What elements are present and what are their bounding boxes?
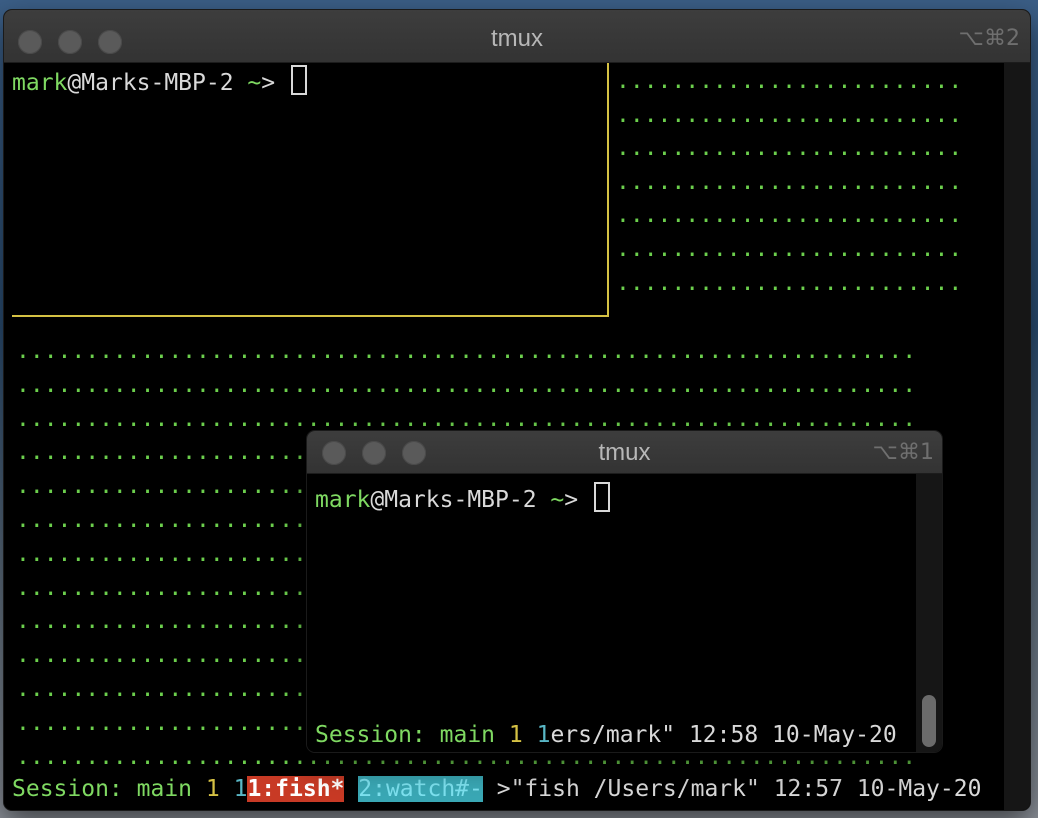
window-title: tmux bbox=[598, 439, 651, 466]
status-active-window[interactable]: 1:fish* bbox=[247, 776, 345, 802]
prompt-host: @Marks-MBP-2 bbox=[370, 487, 537, 513]
tmux-window-front[interactable]: tmux ⌥⌘1 mark@Marks-MBP-2 ~> Session: ma… bbox=[307, 431, 942, 752]
text-cursor bbox=[290, 65, 307, 95]
status-time: 12:57 bbox=[773, 776, 843, 802]
status-inactive-window[interactable]: 2:watch#- bbox=[358, 776, 483, 802]
status-pane-title: >"fish /Users/mark" bbox=[496, 776, 760, 802]
status-session: Session: main bbox=[12, 776, 193, 802]
prompt-line[interactable]: mark@Marks-MBP-2 ~> bbox=[315, 482, 610, 513]
watch-pane-dots-right: ......................... ..............… bbox=[616, 68, 963, 296]
status-date: 10-May-20 bbox=[772, 722, 897, 748]
scrollbar-thumb[interactable] bbox=[922, 695, 936, 747]
status-session-num: 1 bbox=[508, 722, 523, 748]
prompt-user: mark bbox=[12, 70, 68, 96]
prompt-path: ~ bbox=[233, 70, 262, 96]
status-session: Session: main bbox=[315, 722, 496, 748]
titlebar-back[interactable]: tmux ⌥⌘2 bbox=[4, 10, 1030, 63]
tmux-status-bar: Session: main 1 11:fish* 2:watch#- >"fis… bbox=[12, 776, 981, 802]
window-shortcut: ⌥⌘1 bbox=[872, 440, 934, 465]
terminal-area-front[interactable]: mark@Marks-MBP-2 ~> Session: main 1 1ers… bbox=[307, 474, 942, 752]
prompt-symbol: > bbox=[564, 487, 592, 513]
status-prefix: 1 bbox=[536, 722, 551, 748]
prompt-path: ~ bbox=[536, 487, 565, 513]
pane-border-horizontal[interactable] bbox=[12, 315, 609, 317]
status-date: 10-May-20 bbox=[856, 776, 982, 802]
window-shortcut: ⌥⌘2 bbox=[958, 26, 1020, 51]
prompt-line[interactable]: mark@Marks-MBP-2 ~> bbox=[12, 65, 307, 96]
status-time: 12:58 bbox=[688, 722, 759, 748]
window-title: tmux bbox=[490, 25, 543, 52]
tmux-status-bar: Session: main 1 1ers/mark" 12:58 10-May-… bbox=[315, 722, 897, 748]
titlebar-front[interactable]: tmux ⌥⌘1 bbox=[307, 431, 942, 474]
prompt-host: @Marks-MBP-2 bbox=[67, 70, 234, 96]
status-session-num: 1 bbox=[205, 776, 220, 802]
prompt-symbol: > bbox=[261, 70, 289, 96]
prompt-user: mark bbox=[315, 487, 371, 513]
status-pane-title: ers/mark" bbox=[550, 722, 676, 748]
pane-border-vertical[interactable] bbox=[607, 63, 609, 317]
scrollbar-track[interactable] bbox=[1004, 63, 1030, 810]
status-prefix: 1 bbox=[233, 776, 248, 802]
text-cursor bbox=[593, 482, 610, 512]
